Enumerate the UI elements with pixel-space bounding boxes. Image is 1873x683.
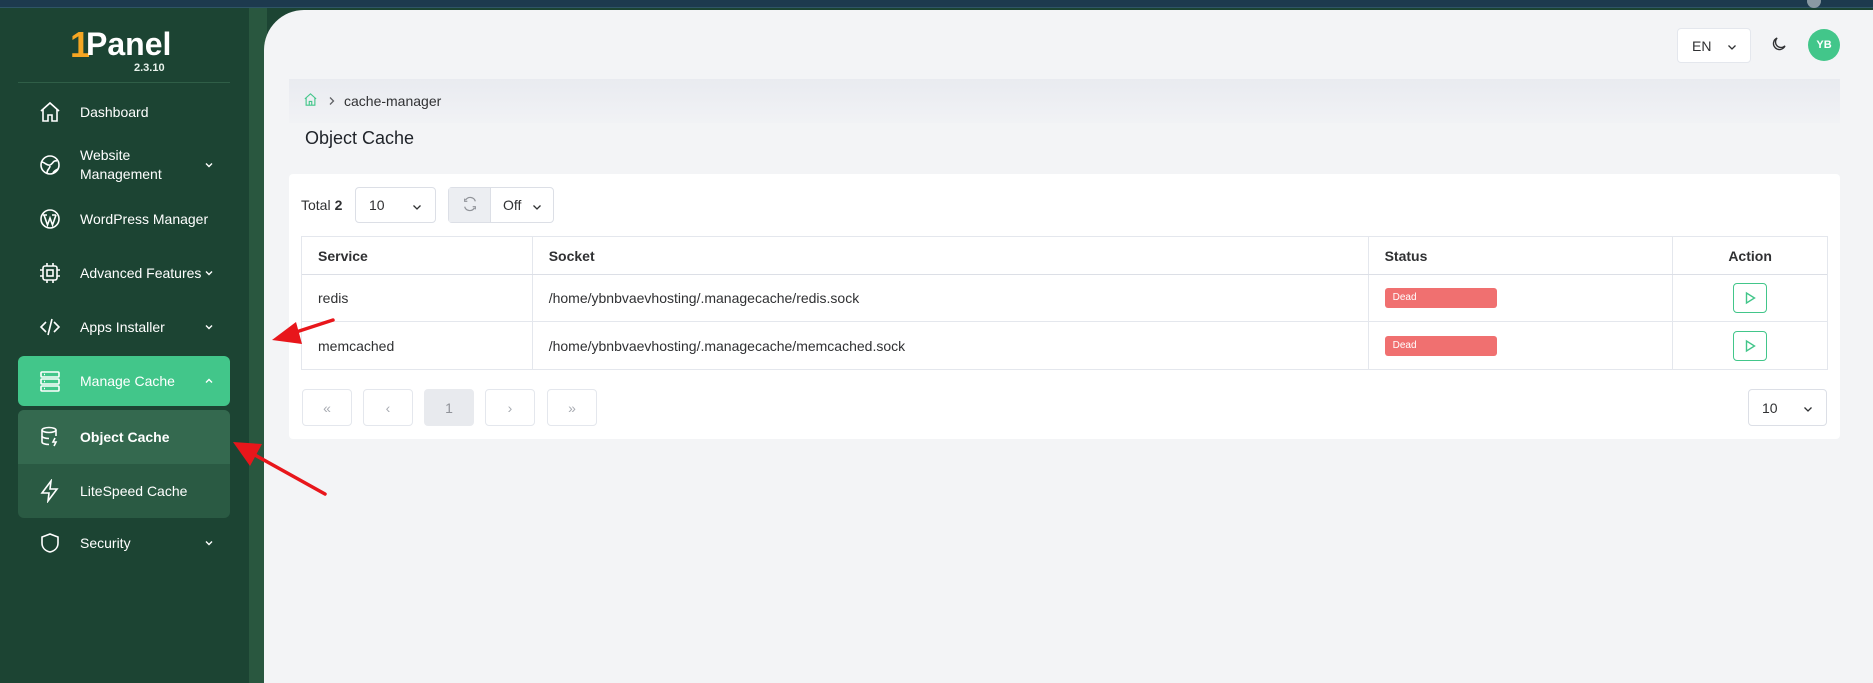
cache-table: Service Socket Status Action redis /home… <box>301 236 1828 370</box>
manage-cache-submenu: Object Cache LiteSpeed Cache <box>18 410 230 518</box>
app-logo[interactable]: 1 Panel 2.3.10 <box>70 22 190 74</box>
chevron-down-icon <box>202 266 216 280</box>
chevron-down-icon <box>411 200 423 216</box>
table-row: memcached /home/ybnbvaevhosting/.managec… <box>302 322 1827 369</box>
start-service-button[interactable] <box>1733 283 1768 313</box>
server-stack-icon <box>36 367 64 395</box>
sidebar-item-label: Advanced Features <box>80 264 202 281</box>
column-header-service: Service <box>302 237 533 274</box>
page-number-button[interactable]: 1 <box>424 389 474 426</box>
pagination-page-size-select[interactable]: 10 <box>1748 389 1827 426</box>
chevron-down-icon <box>1802 402 1814 418</box>
socket-cell: /home/ybnbvaevhosting/.managecache/redis… <box>533 275 1369 321</box>
home-icon[interactable] <box>303 92 318 110</box>
first-page-button[interactable]: « <box>302 389 352 426</box>
sidebar-item-label: WordPress Manager <box>80 210 209 227</box>
shield-icon <box>36 529 64 557</box>
sidebar-item-advanced-features[interactable]: Advanced Features <box>18 248 230 298</box>
chevron-up-icon <box>202 374 216 388</box>
sidebar-item-label: Security <box>80 534 131 551</box>
refresh-icon <box>462 196 478 215</box>
sidebar-item-wordpress-manager[interactable]: WordPress Manager <box>18 194 230 244</box>
status-badge: Dead <box>1384 335 1497 356</box>
window-top-strip <box>0 0 1873 8</box>
column-header-socket: Socket <box>533 237 1369 274</box>
breadcrumb-current: cache-manager <box>344 93 442 109</box>
wordpress-icon <box>36 205 64 233</box>
code-icon <box>36 313 64 341</box>
table-toolbar: Total 2 <box>301 187 342 223</box>
page-size-select[interactable]: 10 <box>355 187 436 223</box>
sidebar-item-label: Object Cache <box>80 429 170 445</box>
chevron-down-icon <box>1726 40 1738 56</box>
logo-text: Panel <box>86 26 172 62</box>
sidebar-item-website-management[interactable]: Website Management <box>18 140 230 190</box>
home-icon <box>36 98 64 126</box>
divider <box>18 82 230 83</box>
action-cell <box>1673 275 1827 321</box>
socket-cell: /home/ybnbvaevhosting/.managecache/memca… <box>533 322 1369 369</box>
auto-refresh-control: Off <box>448 187 554 223</box>
service-cell: memcached <box>302 322 533 369</box>
prev-page-button[interactable]: ‹ <box>363 389 413 426</box>
chevron-down-icon <box>202 536 216 550</box>
sidebar-item-manage-cache[interactable]: Manage Cache <box>18 356 230 406</box>
globe-icon <box>36 151 64 179</box>
auto-refresh-select[interactable]: Off <box>491 188 553 222</box>
column-header-status: Status <box>1369 237 1674 274</box>
dark-mode-toggle[interactable] <box>1766 32 1792 58</box>
language-value: EN <box>1692 37 1712 54</box>
total-count: Total 2 <box>301 197 342 213</box>
app-version: 2.3.10 <box>134 62 165 74</box>
next-page-button[interactable]: › <box>485 389 535 426</box>
sidebar-item-label: Website Management <box>80 147 162 182</box>
table-row: redis /home/ybnbvaevhosting/.managecache… <box>302 275 1827 322</box>
total-label: Total <box>301 197 331 213</box>
avatar[interactable]: YB <box>1808 29 1840 61</box>
sidebar-item-security[interactable]: Security <box>18 518 230 568</box>
window-control-icon <box>1807 0 1821 8</box>
refresh-button[interactable] <box>449 188 491 222</box>
status-cell: Dead <box>1369 322 1674 369</box>
chip-icon <box>36 259 64 287</box>
page-size-value: 10 <box>369 197 385 213</box>
auto-refresh-value: Off <box>503 197 522 213</box>
language-select[interactable]: EN <box>1677 28 1751 63</box>
status-cell: Dead <box>1369 275 1674 321</box>
service-cell: redis <box>302 275 533 321</box>
sidebar-item-label: LiteSpeed Cache <box>80 483 188 499</box>
sidebar-item-label: Manage Cache <box>80 372 175 389</box>
action-cell <box>1673 322 1827 369</box>
last-page-button[interactable]: » <box>547 389 597 426</box>
chevron-down-icon <box>202 320 216 334</box>
status-badge: Dead <box>1384 288 1497 308</box>
moon-icon <box>1770 35 1788 56</box>
sidebar-item-object-cache[interactable]: Object Cache <box>18 410 230 464</box>
table-header-row: Service Socket Status Action <box>302 237 1827 275</box>
chevron-right-icon <box>328 93 336 109</box>
sidebar-item-dashboard[interactable]: Dashboard <box>18 87 230 137</box>
breadcrumb: cache-manager <box>289 79 1840 123</box>
chevron-down-icon <box>531 200 543 216</box>
database-icon <box>36 423 64 451</box>
sidebar-item-apps-installer[interactable]: Apps Installer <box>18 302 230 352</box>
total-value: 2 <box>334 197 343 213</box>
lightning-icon <box>36 477 64 505</box>
start-service-button[interactable] <box>1733 330 1768 361</box>
sidebar-item-litespeed-cache[interactable]: LiteSpeed Cache <box>18 464 230 518</box>
sidebar-item-label: Dashboard <box>80 103 149 120</box>
chevron-down-icon <box>202 158 216 172</box>
sidebar-item-label: Apps Installer <box>80 318 165 335</box>
column-header-action: Action <box>1728 247 1772 264</box>
pagination-page-size-value: 10 <box>1762 399 1778 416</box>
page-title: Object Cache <box>305 128 415 148</box>
